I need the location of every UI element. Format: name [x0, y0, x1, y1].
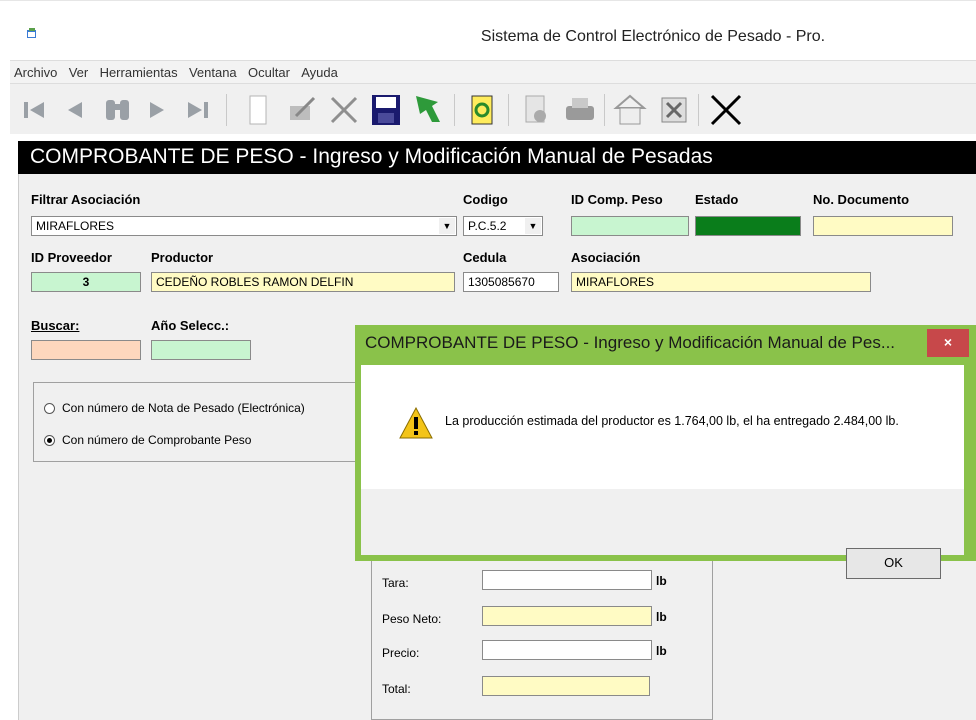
previous-record-icon[interactable]	[56, 92, 96, 128]
nodoc-field[interactable]	[813, 216, 953, 236]
dialog-message: La producción estimada del productor es …	[445, 414, 899, 428]
delete-icon[interactable]	[324, 92, 364, 128]
total-label: Total:	[382, 682, 411, 696]
idprov-label: ID Proveedor	[31, 250, 112, 265]
dialog-close-button[interactable]: ×	[927, 329, 969, 357]
filtrar-combo[interactable]: MIRAFLORES ▼	[31, 216, 457, 236]
export-icon[interactable]	[610, 92, 650, 128]
toolbar-separator	[604, 94, 605, 126]
idcomp-field[interactable]	[571, 216, 689, 236]
toolbar-separator	[698, 94, 699, 126]
filtrar-value: MIRAFLORES	[36, 219, 115, 233]
message-dialog: COMPROBANTE DE PESO - Ingreso y Modifica…	[355, 325, 976, 579]
menu-ocultar[interactable]: Ocultar	[244, 61, 294, 80]
radio-comprobante[interactable]	[44, 435, 55, 446]
new-document-icon[interactable]	[238, 92, 278, 128]
toolbar-separator	[508, 94, 509, 126]
dialog-title: COMPROBANTE DE PESO - Ingreso y Modifica…	[365, 333, 896, 352]
tara-unit: lb	[656, 574, 667, 588]
chevron-down-icon[interactable]: ▼	[439, 218, 455, 234]
chevron-down-icon[interactable]: ▼	[525, 218, 541, 234]
close-icon[interactable]	[706, 92, 746, 128]
refresh-document-icon[interactable]	[462, 92, 502, 128]
toolbar-separator	[454, 94, 455, 126]
search-mode-group: Con número de Nota de Pesado (Electrónic…	[33, 382, 373, 462]
peso-neto-label: Peso Neto:	[382, 612, 442, 626]
estado-indicator	[695, 216, 801, 236]
buscar-label: Buscar:	[31, 318, 80, 333]
codigo-value: P.C.5.2	[468, 219, 507, 233]
precio-unit: lb	[656, 644, 667, 658]
excel-icon[interactable]	[654, 92, 694, 128]
radio-nota-label[interactable]: Con número de Nota de Pesado (Electrónic…	[62, 401, 305, 415]
menu-archivo[interactable]: Archivo	[10, 61, 61, 80]
asociacion-field[interactable]: MIRAFLORES	[571, 272, 871, 292]
filtrar-label: Filtrar Asociación	[31, 192, 141, 207]
next-record-icon[interactable]	[138, 92, 178, 128]
peso-neto-unit: lb	[656, 610, 667, 624]
undo-arrow-icon[interactable]	[408, 92, 448, 128]
last-record-icon[interactable]	[178, 92, 218, 128]
toolbar	[10, 84, 976, 134]
binoculars-icon[interactable]	[98, 92, 138, 128]
dialog-footer: OK	[361, 489, 964, 579]
window-title: Sistema de Control Electrónico de Pesado…	[480, 28, 826, 45]
idcomp-label: ID Comp. Peso	[571, 192, 663, 207]
total-field[interactable]	[482, 676, 650, 696]
warning-icon	[399, 407, 433, 439]
menu-ventana[interactable]: Ventana	[185, 61, 241, 80]
first-record-icon[interactable]	[16, 92, 56, 128]
productor-field[interactable]: CEDEÑO ROBLES RAMON DELFIN	[151, 272, 455, 292]
radio-nota-pesado[interactable]	[44, 403, 55, 414]
menu-herramientas[interactable]: Herramientas	[96, 61, 182, 80]
preview-icon[interactable]	[516, 92, 556, 128]
idprov-field[interactable]: 3	[31, 272, 141, 292]
peso-neto-field[interactable]	[482, 606, 652, 626]
print-icon[interactable]	[560, 92, 600, 128]
menu-ver[interactable]: Ver	[65, 61, 93, 80]
tara-field[interactable]	[482, 570, 652, 590]
nodoc-label: No. Documento	[813, 192, 910, 207]
menu-bar: Archivo Ver Herramientas Ventana Ocultar…	[10, 60, 976, 84]
asociacion-label: Asociación	[571, 250, 641, 265]
form-header: COMPROBANTE DE PESO - Ingreso y Modifica…	[18, 141, 976, 174]
buscar-field[interactable]	[31, 340, 141, 360]
radio-comprobante-label[interactable]: Con número de Comprobante Peso	[62, 433, 251, 447]
tara-label: Tara:	[382, 576, 409, 590]
anio-field[interactable]	[151, 340, 251, 360]
anio-label: Año Selecc.:	[151, 318, 230, 333]
cedula-field[interactable]: 1305085670	[463, 272, 559, 292]
estado-label: Estado	[695, 192, 739, 207]
weights-panel: Tara: lb Peso Neto: lb Precio: lb Total:	[371, 556, 713, 720]
productor-label: Productor	[151, 250, 214, 265]
codigo-combo[interactable]: P.C.5.2 ▼	[463, 216, 543, 236]
save-icon[interactable]	[366, 92, 406, 128]
toolbar-separator	[226, 94, 227, 126]
menu-ayuda[interactable]: Ayuda	[297, 61, 342, 80]
edit-icon[interactable]	[282, 92, 322, 128]
cedula-label: Cedula	[463, 250, 507, 265]
codigo-label: Codigo	[463, 192, 508, 207]
precio-field[interactable]	[482, 640, 652, 660]
dialog-body: La producción estimada del productor es …	[361, 365, 964, 489]
title-bar: Sistema de Control Electrónico de Pesado…	[0, 0, 976, 60]
dialog-content: La producción estimada del productor es …	[361, 365, 964, 579]
ok-button[interactable]: OK	[846, 548, 941, 579]
precio-label: Precio:	[382, 646, 420, 660]
